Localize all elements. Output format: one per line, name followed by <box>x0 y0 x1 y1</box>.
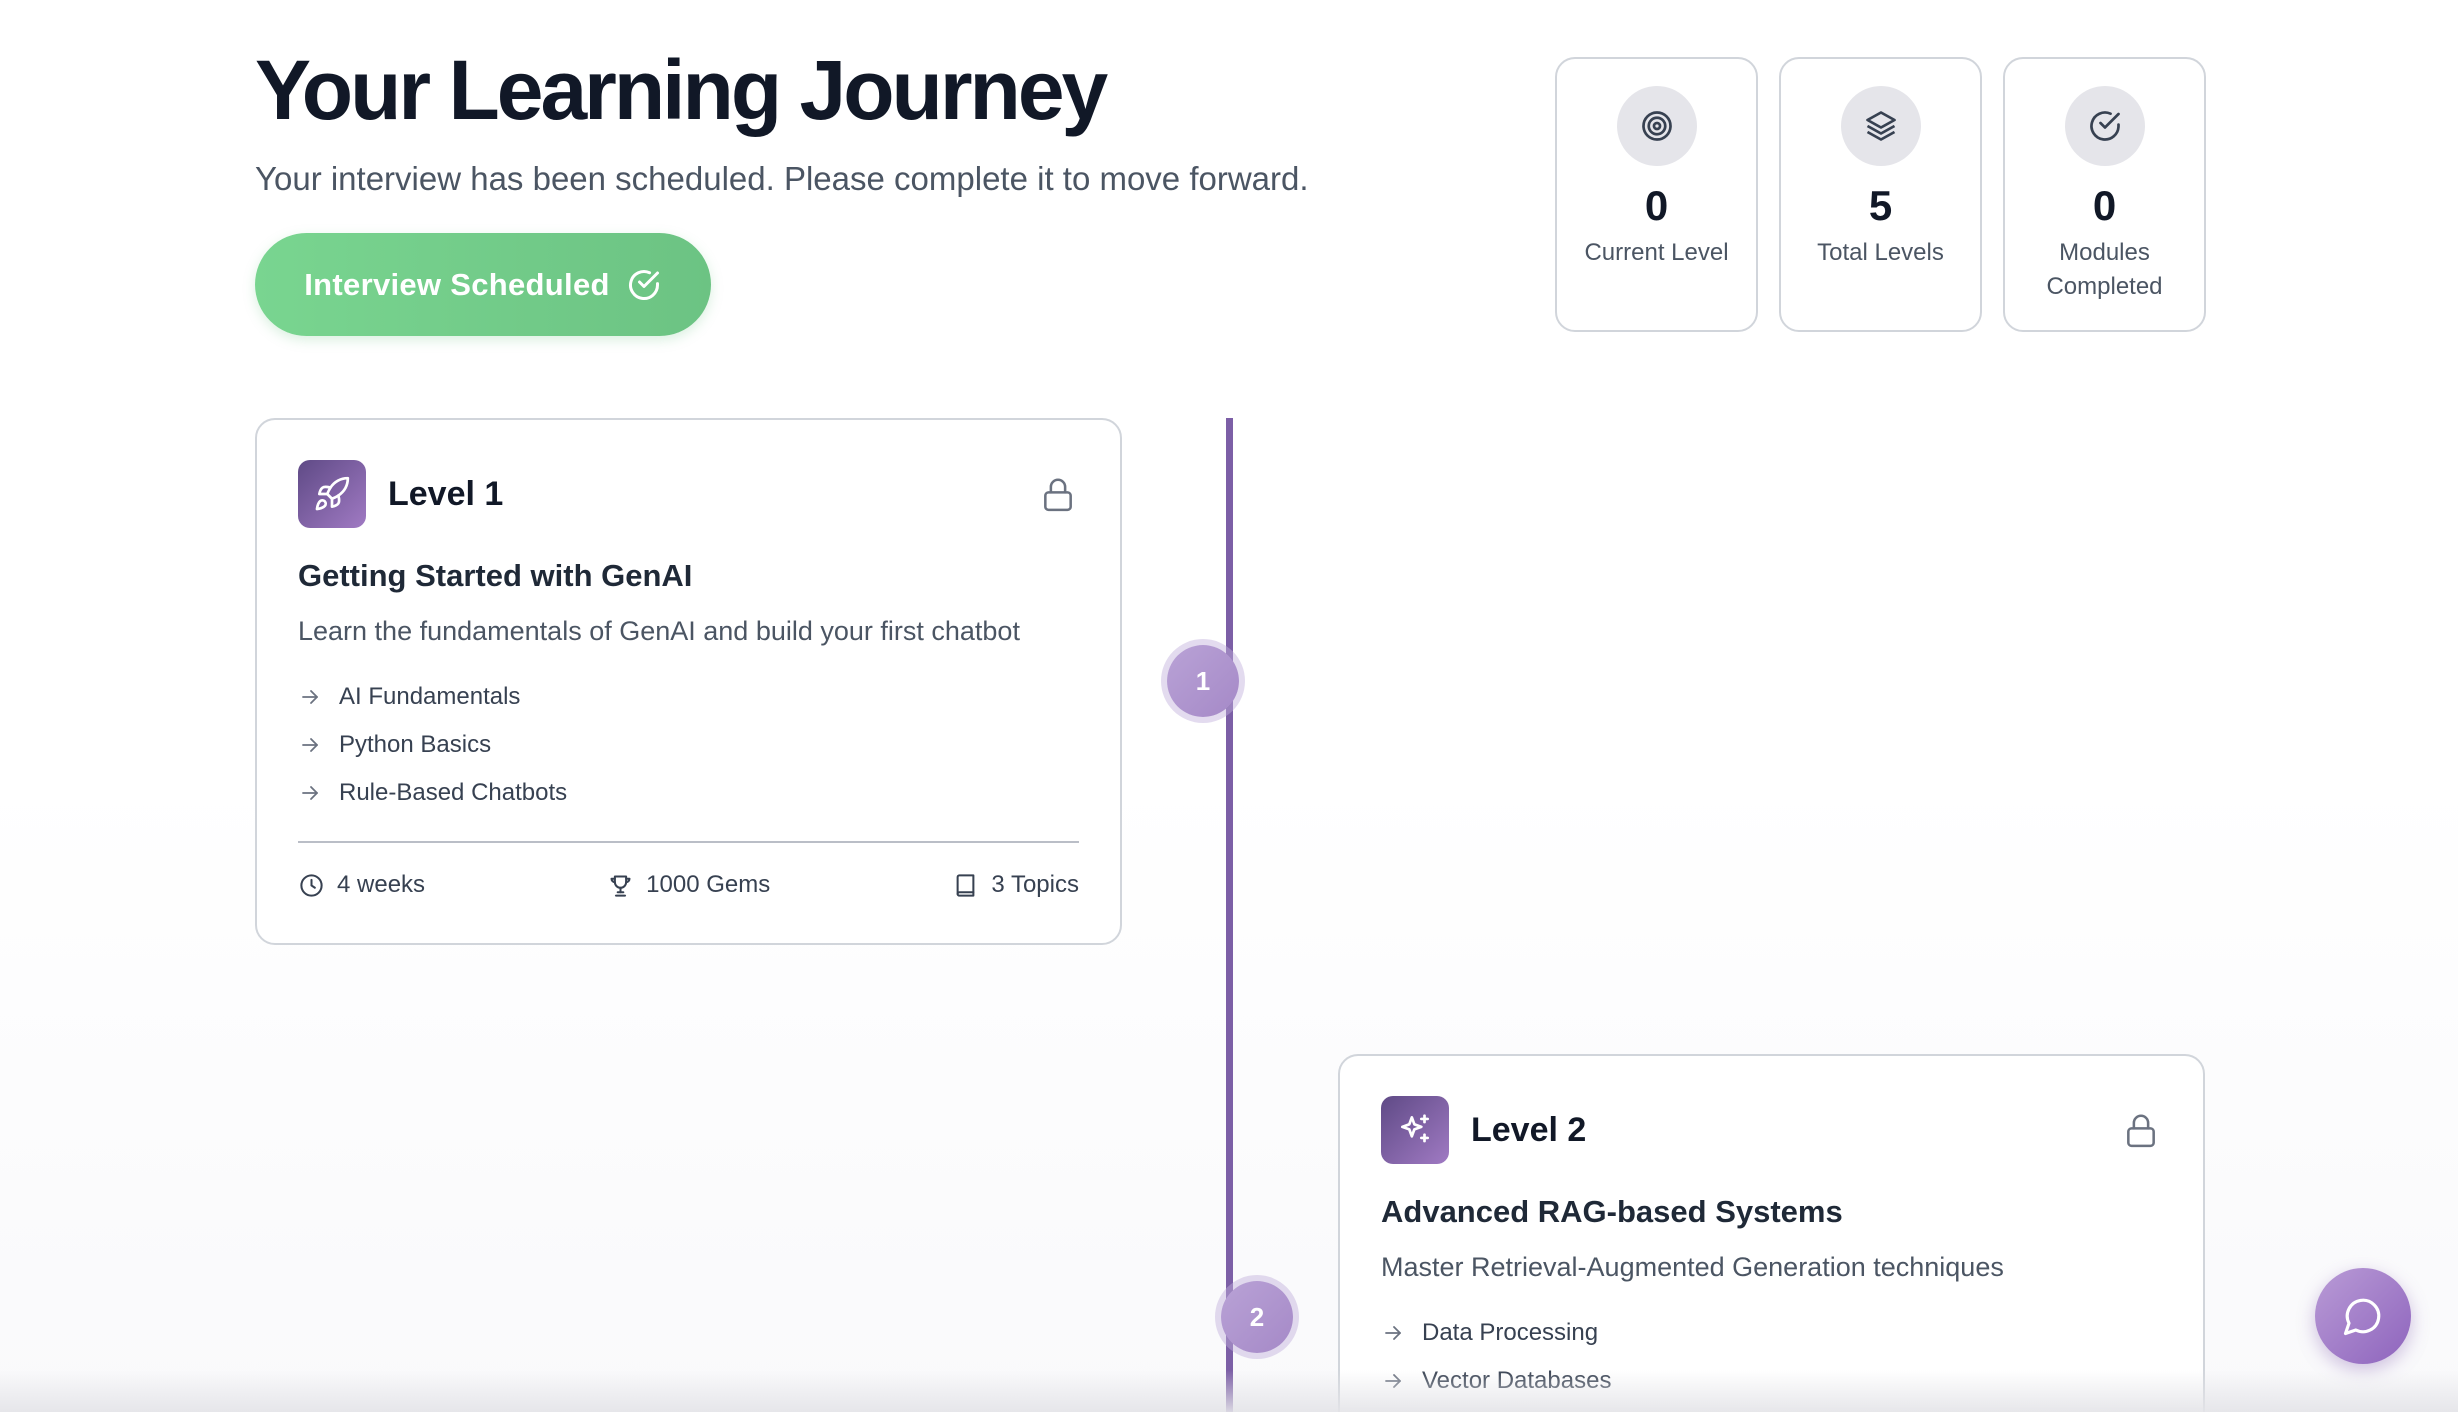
level-card-1[interactable]: Level 1 Getting Started with GenAI Learn… <box>255 418 1122 945</box>
level-card-header: Level 2 <box>1381 1096 2162 1164</box>
stat-current-level: 0 Current Level <box>1555 57 1758 332</box>
timeline-node-1[interactable]: 1 <box>1167 645 1239 717</box>
timeline-line <box>1226 418 1233 1412</box>
arrow-right-icon <box>1385 1374 1401 1388</box>
topic-count-label: 3 Topics <box>991 871 1079 898</box>
list-item: Rule-Based Chatbots <box>298 769 1079 817</box>
target-icon <box>1641 111 1672 141</box>
stat-value: 0 <box>2092 182 2117 229</box>
interview-scheduled-button[interactable]: Interview Scheduled <box>255 233 711 336</box>
arrow-right-icon <box>302 738 318 752</box>
topic-list: Data Processing Vector Databases <box>1381 1309 2162 1405</box>
level-label: Level 1 <box>388 474 504 513</box>
chat-button[interactable] <box>2315 1268 2411 1364</box>
timeline-node-2[interactable]: 2 <box>1221 1281 1293 1353</box>
level-description: Master Retrieval-Augmented Generation te… <box>1381 1252 2004 1282</box>
duration-label: 4 weeks <box>337 871 426 898</box>
duration: 4 weeks <box>298 871 425 899</box>
list-item: Python Basics <box>298 721 1079 769</box>
topic-label: Rule-Based Chatbots <box>339 779 568 806</box>
stat-modules-completed: 0 Modules Completed <box>2003 57 2206 332</box>
stat-label: Total Levels <box>1817 239 1944 266</box>
list-item: AI Fundamentals <box>298 673 1079 721</box>
gems-label: 1000 Gems <box>646 871 771 898</box>
topic-label: Data Processing <box>1422 1319 1599 1346</box>
trophy-icon <box>610 874 631 897</box>
topic-label: Python Basics <box>339 731 492 758</box>
level-description: Learn the fundamentals of GenAI and buil… <box>298 616 1020 646</box>
check-circle-icon <box>2089 111 2120 141</box>
stats-panel: 0 Current Level 5 Total Levels 0 Modules… <box>1555 57 2206 332</box>
level-meta: 4 weeks 1000 Gems 3 Topics <box>298 871 1079 899</box>
clock-icon <box>300 873 323 897</box>
stat-label: Current Level <box>1584 239 1729 266</box>
book-icon <box>956 873 975 897</box>
arrow-right-icon <box>302 786 318 800</box>
interview-scheduled-label: Interview Scheduled <box>304 266 610 302</box>
level-card-header: Level 1 <box>298 460 1079 528</box>
level-label: Level 2 <box>1471 1110 1587 1149</box>
gems: 1000 Gems <box>607 871 770 899</box>
level-card-2[interactable]: Level 2 Advanced RAG-based Systems Maste… <box>1338 1054 2205 1412</box>
level-title: Advanced RAG-based Systems <box>1381 1194 1843 1229</box>
sparkles-icon <box>1400 1114 1430 1143</box>
list-item: Data Processing <box>1381 1309 2162 1357</box>
level-title: Getting Started with GenAI <box>298 558 693 593</box>
divider <box>298 841 1079 843</box>
topic-label: AI Fundamentals <box>339 683 521 710</box>
arrow-right-icon <box>1385 1326 1401 1340</box>
stat-label: Modules Completed <box>2046 239 2163 300</box>
layers-icon <box>1865 111 1896 141</box>
arrow-right-icon <box>302 690 318 704</box>
lock-icon <box>2127 1114 2155 1148</box>
learning-journey-page: Your Learning Journey Your interview has… <box>0 0 2458 1412</box>
list-item: Vector Databases <box>1381 1357 2162 1405</box>
chat-bubble-icon <box>2343 1298 2381 1336</box>
stat-total-levels: 5 Total Levels <box>1779 57 1982 332</box>
stat-value: 5 <box>1868 182 1893 229</box>
rocket-icon <box>315 476 350 511</box>
stat-value: 0 <box>1644 182 1669 229</box>
check-circle-icon <box>628 269 659 300</box>
topic-label: Vector Databases <box>1422 1367 1612 1394</box>
lock-icon <box>1044 478 1072 512</box>
topic-list: AI Fundamentals Python Basics Rule-Based… <box>298 673 1079 817</box>
topic-count: 3 Topics <box>952 871 1079 899</box>
page-subtitle: Your interview has been scheduled. Pleas… <box>255 160 1309 197</box>
page-title: Your Learning Journey <box>255 43 1108 137</box>
